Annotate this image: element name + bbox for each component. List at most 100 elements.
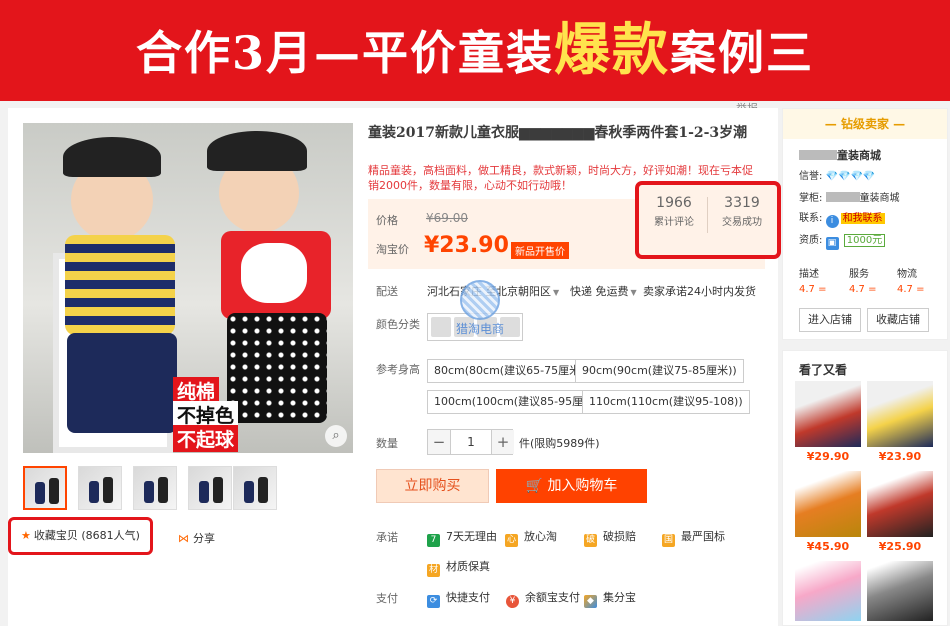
child-left-pants [67,333,177,433]
material-icon: 材 [427,564,440,577]
contact-seller-button[interactable]: 和我联系 [840,213,885,224]
favorite-label: 收藏宝贝 (8681人气) [33,529,140,542]
shop-name[interactable]: 童装商城 [799,147,881,163]
main-product-image[interactable]: 纯棉 不掉色 不起球 ⌕ [23,123,353,453]
child-right-pants [227,313,327,423]
transaction-count[interactable]: 3319 交易成功 [709,195,775,228]
quantity-decrease-button[interactable]: − [428,430,450,454]
wangwang-icon: i [825,215,839,228]
shop-credit: 信誉: 💎💎💎💎 [799,167,875,182]
promise-item[interactable]: 破破损赔 [584,528,636,547]
score-logistics: 物流 4.7 = [897,265,943,295]
review-count[interactable]: 1966 累计评论 [641,195,707,228]
review-count-value: 1966 [656,195,692,211]
recommended-price: ¥25.90 [878,540,922,553]
recommended-product-image[interactable] [795,381,861,447]
promise-item[interactable]: 材材质保真 [427,558,490,577]
enter-shop-button[interactable]: 进入店铺 [799,308,861,332]
promise-item[interactable]: 7 7天无理由 [427,528,497,547]
payment-item[interactable]: ◆ 集分宝 [584,589,636,608]
mouse-print [241,243,307,303]
size-option[interactable]: 80cm(80cm(建议65-75厘米)) [427,359,596,383]
thumbnail[interactable] [23,466,67,510]
zoom-icon[interactable]: ⌕ [325,425,347,447]
price-label: 价格 [376,214,398,227]
promise-text: 最严国标 [681,530,725,543]
size-label: 参考身高 [376,363,420,376]
diamond-icon: 💎💎💎💎 [825,171,876,182]
star-icon: ★ [21,529,31,542]
payment-text: 快捷支付 [446,591,490,604]
quantity-increase-button[interactable]: + [492,430,514,454]
license-icon: ▣ [825,237,839,250]
deposit-badge[interactable]: 1000元 [843,234,886,247]
damage-icon: 破 [584,534,597,547]
shipping-text: 快递 免运费 [570,285,629,298]
thumbnail[interactable] [78,466,122,510]
score-service: 服务 4.7 = [849,265,895,295]
thumbnail[interactable] [188,466,232,510]
size-option[interactable]: 100cm(100cm(建议85-95厘米) [427,390,606,414]
original-price: ¥69.00 [426,211,468,225]
color-swatch[interactable] [431,317,451,337]
payment-item[interactable]: ¥ 余额宝支付 [506,589,580,608]
quantity-limit: 件(限购5989件) [519,437,600,450]
ship-promise: 卖家承诺24小时内发货 [643,285,756,298]
shop-info-card: — 钻级卖家 — 童装商城 信誉: 💎💎💎💎 掌柜: 童装商城 联系: i 和我联… [782,108,948,340]
buy-now-button[interactable]: 立即购买 [376,469,489,503]
share-button[interactable]: ⋈ 分享 [178,530,215,546]
recommended-product-image[interactable] [795,561,861,621]
share-label: 分享 [193,532,215,545]
blurred-text [825,192,860,202]
color-label: 颜色分类 [376,318,420,331]
add-to-cart-button[interactable]: 🛒 加入购物车 [496,469,647,503]
promise-text: 破损赔 [603,530,636,543]
favorite-item-button[interactable]: ★ 收藏宝贝 (8681人气) [8,517,153,555]
payment-text: 余额宝支付 [525,591,580,604]
blurred-text [799,150,837,160]
badge-cotton: 纯棉 [173,377,220,404]
qualification-label: 资质: [799,235,823,246]
quantity-label: 数量 [376,437,398,450]
current-price: ¥23.90 [424,233,509,258]
keeper-name[interactable]: 童装商城 [860,193,900,204]
quantity-input[interactable]: 1 [450,430,492,454]
top-banner: 合作3月—平价童装爆款案例三 [0,0,950,101]
promise-item[interactable]: 国最严国标 [662,528,725,547]
recommended-product-image[interactable] [867,381,933,447]
product-title: 童装2017新款儿童衣服▆▆▆▆▆▆▆春秋季两件套1-2-3岁潮 [368,125,748,141]
seller-level-text: 钻级卖家 [840,117,889,131]
review-count-label: 累计评论 [654,217,694,228]
banner-title: 合作3月—平价童装爆款案例三 [135,17,814,83]
recommended-product-image[interactable] [867,561,933,621]
promise-text: 材质保真 [446,560,490,573]
quantity-stepper: − 1 + [427,429,514,455]
keeper-label: 掌柜: [799,193,823,204]
sales-stats: 1966 累计评论 3319 交易成功 [635,181,781,259]
recommended-price: ¥45.90 [806,540,850,553]
promise-item[interactable]: 心放心淘 [505,528,557,547]
shop-keeper: 掌柜: 童装商城 [799,189,900,204]
recommended-product-image[interactable] [867,471,933,537]
thumbnail[interactable] [233,466,277,510]
shop-name-text: 童装商城 [837,149,881,162]
shipping-method[interactable]: 快递 免运费 ▼ [570,283,637,299]
thumbnail[interactable] [133,466,177,510]
jifenbao-icon: ◆ [584,595,597,608]
score-label: 物流 [897,269,917,280]
badge-no-fade: 不掉色 [173,401,239,428]
contact-label: 联系: [799,213,823,224]
promise-text: 放心淘 [524,530,557,543]
shop-qualification: 资质: ▣ 1000元 [799,231,886,250]
size-option[interactable]: 90cm(90cm(建议75-85厘米)) [575,359,744,383]
credit-label: 信誉: [799,171,823,182]
size-option[interactable]: 110cm(110cm(建议95-108)) [582,390,750,414]
watermark-logo [460,280,500,320]
recommended-product-image[interactable] [795,471,861,537]
new-release-tag: 新品开售价 [511,242,569,259]
cart-icon: 🛒 [525,478,548,494]
heart-icon: 心 [505,534,518,547]
score-description: 描述 4.7 = [799,265,845,295]
payment-item[interactable]: ⟳ 快捷支付 [427,589,490,608]
favorite-shop-button[interactable]: 收藏店铺 [867,308,929,332]
